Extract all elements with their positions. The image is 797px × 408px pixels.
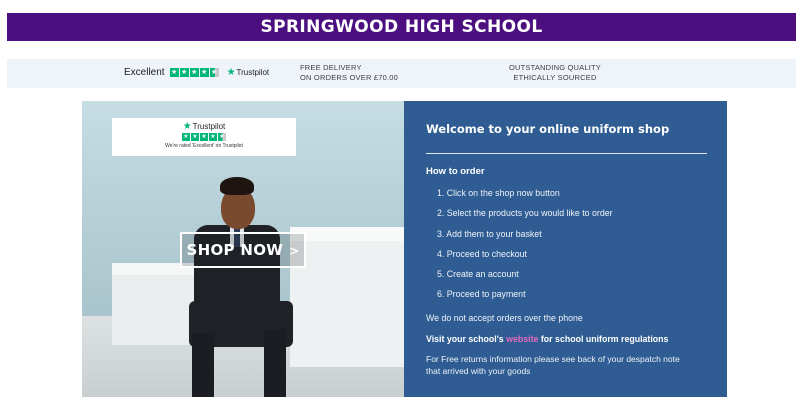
school-name: SPRINGWOOD HIGH SCHOOL — [260, 17, 543, 37]
star-icon: ★ — [189, 68, 199, 77]
rating-stars: ★ ★ ★ ★ ★ — [169, 68, 219, 77]
info-strip: Excellent ★ ★ ★ ★ ★ ★ Trustpilot FREE DE… — [7, 59, 796, 88]
visit-prefix: Visit your school's — [426, 334, 507, 344]
visit-suffix: for school uniform regulations — [538, 334, 669, 344]
order-step: 1. Click on the shop now button — [437, 188, 560, 198]
order-step: 6. Proceed to payment — [437, 289, 526, 300]
order-step: 3. Add them to your basket — [437, 228, 542, 239]
student-shin — [264, 329, 286, 397]
welcome-panel: Welcome to your online uniform shop How … — [404, 101, 727, 397]
how-to-order-heading: How to order — [426, 166, 485, 177]
chevron-right-icon: > — [289, 244, 300, 258]
hero-banner: ★ Trustpilot ★ ★ ★ ★ ★ We're rated 'Exce… — [82, 101, 727, 397]
star-icon: ★ — [169, 68, 179, 77]
panel-title: Welcome to your online uniform shop — [426, 122, 670, 136]
trustpilot-rated-text: We're rated 'Excellent' on Trustpilot — [165, 143, 243, 149]
order-steps-list: 1. Click on the shop now button 2. Selec… — [437, 187, 613, 309]
star-icon: ★ — [199, 68, 209, 77]
trustpilot-star-icon: ★ — [226, 67, 236, 78]
school-website-link[interactable]: website — [506, 334, 538, 344]
quality-line2: ETHICALLY SOURCED — [513, 73, 597, 82]
school-header: SPRINGWOOD HIGH SCHOOL — [7, 13, 796, 41]
star-icon: ★ — [200, 133, 208, 141]
free-delivery-info: FREE DELIVERY ON ORDERS OVER £70.00 — [300, 63, 398, 83]
delivery-line1: FREE DELIVERY — [300, 63, 362, 72]
quality-info: OUTSTANDING QUALITY ETHICALLY SOURCED — [509, 63, 601, 83]
order-step: 4. Proceed to checkout — [437, 248, 527, 259]
order-step: 5. Create an account — [437, 269, 519, 280]
student-shin — [192, 333, 214, 397]
half-star-icon: ★ — [209, 68, 219, 77]
student-hair — [220, 177, 254, 195]
quality-line1: OUTSTANDING QUALITY — [509, 63, 602, 72]
star-icon: ★ — [179, 68, 189, 77]
uniform-regulations-text: Visit your school's website for school u… — [426, 334, 668, 344]
display-block-right — [290, 227, 404, 367]
delivery-line2: ON ORDERS OVER £70.00 — [300, 73, 398, 82]
rating-stars: ★ ★ ★ ★ ★ — [112, 133, 296, 141]
returns-info: For Free returns information please see … — [426, 354, 680, 376]
trustpilot-card: ★ Trustpilot ★ ★ ★ ★ ★ We're rated 'Exce… — [112, 118, 296, 156]
trustpilot-rating[interactable]: Excellent ★ ★ ★ ★ ★ ★ Trustpilot — [124, 67, 269, 78]
trustpilot-logo: ★ Trustpilot — [227, 67, 270, 78]
phone-order-note: We do not accept orders over the phone — [426, 313, 583, 323]
student-photo: ★ Trustpilot ★ ★ ★ ★ ★ We're rated 'Exce… — [82, 101, 404, 397]
shop-now-label: SHOP NOW — [186, 241, 284, 259]
trustpilot-logo: ★ Trustpilot — [112, 121, 296, 132]
star-icon: ★ — [191, 133, 199, 141]
trustpilot-brand: Trustpilot — [192, 122, 226, 131]
trustpilot-star-icon: ★ — [182, 121, 192, 132]
shop-now-button[interactable]: SHOP NOW > — [180, 232, 306, 268]
divider — [426, 153, 707, 154]
half-star-icon: ★ — [218, 133, 226, 141]
rating-word: Excellent — [124, 67, 165, 78]
star-icon: ★ — [209, 133, 217, 141]
trustpilot-brand: Trustpilot — [236, 68, 270, 77]
order-step: 2. Select the products you would like to… — [437, 208, 613, 219]
star-icon: ★ — [182, 133, 190, 141]
